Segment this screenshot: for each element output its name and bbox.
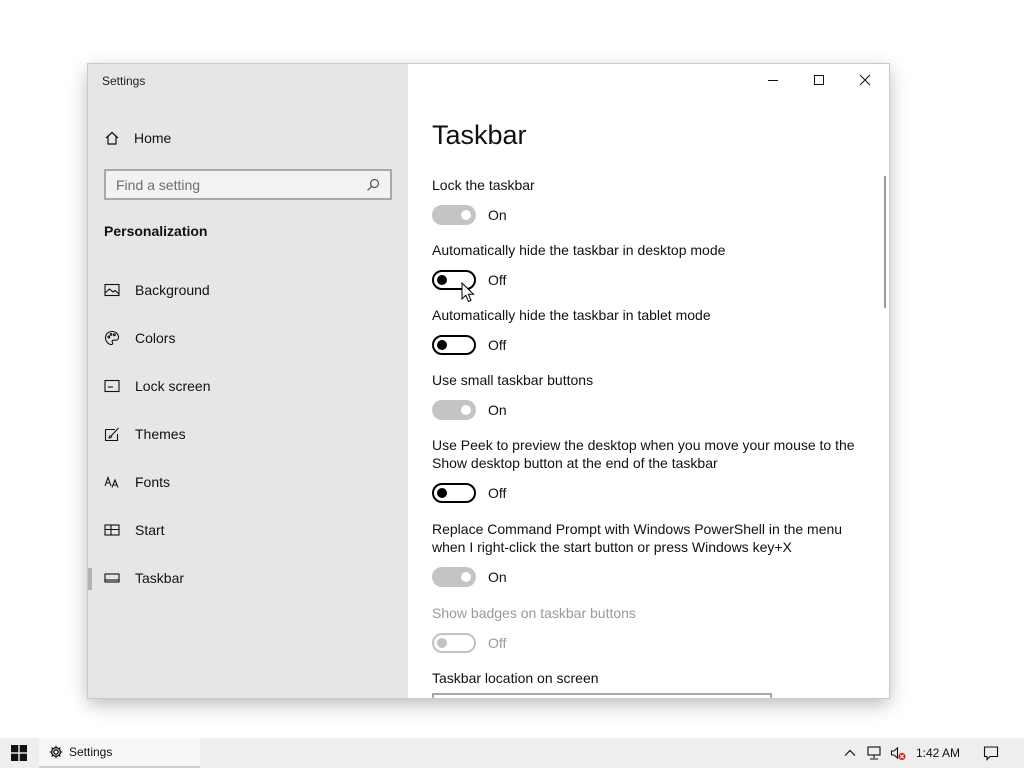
sidebar: Settings Home Personalization Background [88,64,408,698]
sidebar-item-themes[interactable]: Themes [88,414,408,454]
page-title: Taskbar [432,120,527,150]
setting-label: Lock the taskbar [432,177,535,193]
sidebar-item-label: Fonts [135,474,171,490]
maximize-button[interactable] [796,64,842,96]
content-pane: Taskbar Lock the taskbar On Automaticall… [408,64,889,698]
network-button[interactable] [864,738,884,768]
search-input[interactable] [116,176,366,193]
powershell-toggle[interactable] [432,567,476,587]
sidebar-item-label: Themes [135,426,186,442]
setting-lock-taskbar: Lock the taskbar On [432,176,872,225]
setting-small-buttons: Use small taskbar buttons On [432,371,872,420]
sidebar-item-label: Start [135,522,165,538]
search-icon[interactable] [366,178,380,192]
lock-screen-icon [104,378,120,394]
themes-brush-icon [104,426,120,442]
sidebar-item-lock-screen[interactable]: Lock screen [88,366,408,406]
sidebar-item-label: Lock screen [135,378,211,394]
palette-icon [104,330,120,346]
setting-peek: Use Peek to preview the desktop when you… [432,436,872,503]
home-icon [105,131,119,145]
setting-badges: Show badges on taskbar buttons Off [432,604,872,653]
toggle-state: On [488,402,507,418]
minimize-button[interactable] [750,64,796,96]
action-center-button[interactable] [980,738,1002,768]
sidebar-item-label: Background [135,282,210,298]
sidebar-item-background[interactable]: Background [88,270,408,310]
gear-icon [49,745,63,759]
scrollbar-thumb[interactable] [884,176,886,308]
taskbar-location-dropdown[interactable] [432,693,772,698]
volume-muted-icon [890,746,906,761]
setting-label: Taskbar location on screen [432,670,599,686]
toggle-state: On [488,207,507,223]
toggle-state: Off [488,337,507,353]
maximize-icon [814,75,824,85]
setting-label: Use Peek to preview the desktop when you… [432,437,855,471]
home-link[interactable]: Home [104,128,171,148]
image-icon [104,282,120,298]
mouse-cursor-icon [461,282,475,303]
sidebar-item-taskbar[interactable]: Taskbar [88,558,408,598]
taskbar: Settings 1:42 AM [0,738,1024,768]
close-button[interactable] [842,64,888,96]
sidebar-item-start[interactable]: Start [88,510,408,550]
section-title: Personalization [104,223,208,239]
small-buttons-toggle[interactable] [432,400,476,420]
action-center-icon [983,746,999,761]
close-icon [859,74,871,86]
volume-button[interactable] [888,738,908,768]
sidebar-item-colors[interactable]: Colors [88,318,408,358]
minimize-icon [768,80,778,81]
taskbar-app-label: Settings [69,745,113,759]
toggle-state: On [488,569,507,585]
toggle-state: Off [488,635,507,651]
search-box[interactable] [104,169,392,200]
setting-autohide-tablet: Automatically hide the taskbar in tablet… [432,306,872,355]
sidebar-item-label: Colors [135,330,176,346]
settings-window: Settings Home Personalization Background [88,64,889,698]
lock-taskbar-toggle[interactable] [432,205,476,225]
chevron-up-icon [844,749,856,756]
windows-logo-icon [11,745,27,761]
setting-powershell: Replace Command Prompt with Windows Powe… [432,520,872,587]
show-hidden-icons-button[interactable] [840,738,860,768]
setting-taskbar-location: Taskbar location on screen [432,669,872,687]
sidebar-item-label: Taskbar [135,570,185,586]
taskbar-app-settings[interactable]: Settings [39,738,200,768]
fonts-icon [104,474,120,490]
start-tiles-icon [104,522,120,538]
taskbar-icon [104,570,120,586]
toggle-state: Off [488,485,507,501]
badges-toggle [432,633,476,653]
peek-toggle[interactable] [432,483,476,503]
setting-label: Replace Command Prompt with Windows Powe… [432,521,843,555]
setting-label: Use small taskbar buttons [432,372,594,388]
setting-label: Show badges on taskbar buttons [432,605,636,621]
home-label: Home [134,130,172,146]
window-title: Settings [102,74,146,88]
autohide-tablet-toggle[interactable] [432,335,476,355]
start-button[interactable] [0,738,38,768]
setting-autohide-desktop: Automatically hide the taskbar in deskto… [432,241,872,290]
toggle-state: Off [488,272,507,288]
clock[interactable]: 1:42 AM [916,738,960,768]
setting-label: Automatically hide the taskbar in tablet… [432,307,711,323]
sidebar-item-fonts[interactable]: Fonts [88,462,408,502]
setting-label: Automatically hide the taskbar in deskto… [432,242,726,258]
network-icon [867,746,881,760]
